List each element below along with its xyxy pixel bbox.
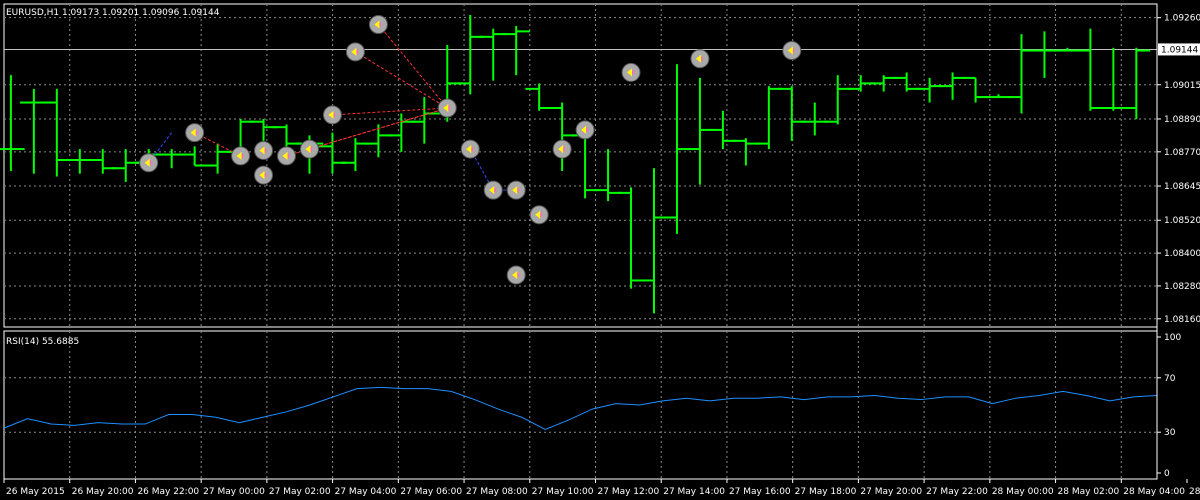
time-tick-label: 27 May 12:00 [598,487,660,497]
trade-marker[interactable] [690,49,710,69]
price-tick-label: 1.08770 [1164,148,1200,158]
time-tick-label: 27 May 02:00 [269,487,331,497]
trade-marker[interactable] [782,41,802,61]
time-tick-label: 27 May 04:00 [335,487,397,497]
price-tick-label: 1.09015 [1164,81,1200,91]
rsi-tick-label: 0 [1164,469,1170,479]
trade-marker[interactable] [529,205,549,225]
trade-marker[interactable] [185,123,205,143]
time-tick-label: 27 May 16:00 [729,487,791,497]
time-tick-label: 27 May 20:00 [860,487,922,497]
price-tick-label: 1.09260 [1164,14,1200,24]
time-tick-label: 28 May 02:00 [1058,487,1120,497]
time-tick-label: 28 May 00:00 [992,487,1054,497]
time-tick-label: 27 May 22:00 [926,487,988,497]
trade-marker[interactable] [506,180,526,200]
price-tick-label: 1.08890 [1164,115,1200,125]
trade-marker[interactable] [322,105,342,125]
trade-marker[interactable] [552,139,572,159]
trade-marker[interactable] [437,98,457,118]
price-tick-label: 1.08280 [1164,282,1200,292]
time-tick-label: 28 May 04:00 [1123,487,1185,497]
trade-marker[interactable] [254,140,274,160]
price-chart-title: EURUSD,H1 1.09173 1.09201 1.09096 1.0914… [6,8,220,18]
price-tick-label: 1.08520 [1164,216,1200,226]
trade-marker[interactable] [254,165,274,185]
time-tick-label: 27 May 00:00 [203,487,265,497]
time-tick-label: 28 May 06 [1189,487,1200,497]
trade-marker[interactable] [460,139,480,159]
rsi-title: RSI(14) 55.6885 [6,337,79,347]
time-tick-label: 27 May 06:00 [400,487,462,497]
trade-marker[interactable] [575,120,595,140]
time-tick-label: 27 May 18:00 [795,487,857,497]
trade-marker[interactable] [299,139,319,159]
price-tick-label: 1.08400 [1164,249,1200,259]
rsi-tick-label: 30 [1164,428,1176,438]
chart-background [0,0,1200,500]
trade-marker[interactable] [621,62,641,82]
time-tick-label: 26 May 22:00 [137,487,199,497]
trade-marker[interactable] [506,265,526,285]
chart-window: 1.09260 1.09015 1.08890 1.08770 1.08645 1.085… [0,0,1200,500]
price-tick-label: 1.08645 [1164,182,1200,192]
trade-marker[interactable] [139,153,159,173]
time-tick-label: 27 May 08:00 [466,487,528,497]
time-tick-label: 26 May 2015 [6,487,65,497]
trade-marker[interactable] [483,180,503,200]
time-tick-label: 27 May 14:00 [663,487,725,497]
rsi-tick-label: 70 [1164,374,1176,384]
trade-marker[interactable] [368,15,388,35]
time-tick-label: 26 May 20:00 [72,487,134,497]
trade-marker[interactable] [277,146,297,166]
price-tick-label: 1.08160 [1164,315,1200,325]
current-price-label: 1.09144 [1161,45,1198,55]
trade-marker[interactable] [345,42,365,62]
time-tick-label: 27 May 10:00 [532,487,594,497]
rsi-tick-label: 100 [1164,333,1181,343]
trade-marker[interactable] [231,146,251,166]
